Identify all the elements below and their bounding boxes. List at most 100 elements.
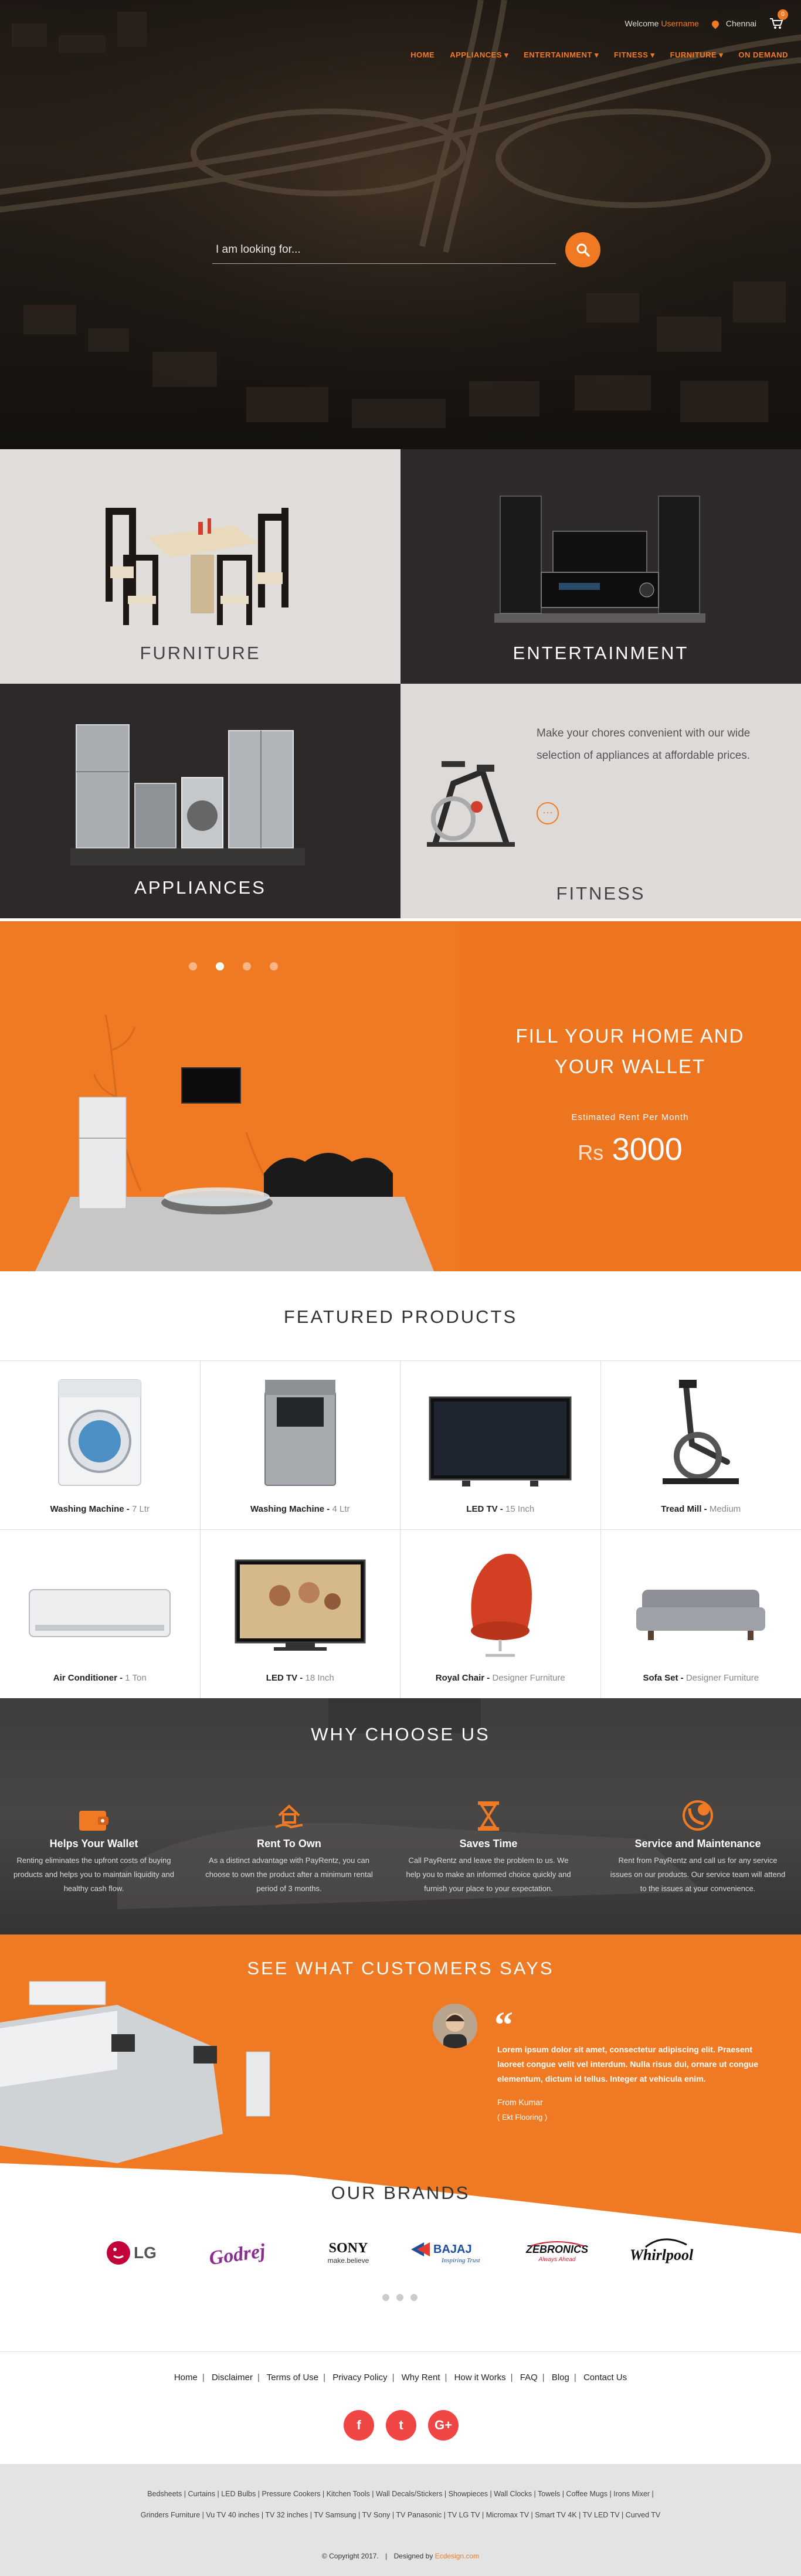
brand-zebronics-tagline: Always Ahead: [538, 2256, 576, 2263]
welcome-prefix: Welcome: [624, 19, 659, 28]
cart-button[interactable]: 0: [769, 9, 788, 29]
brand-whirlpool-logo[interactable]: Whirlpool: [609, 2234, 714, 2272]
brand-godrej-text: Godrej: [208, 2240, 267, 2269]
designer-link[interactable]: Ecdesign.com: [435, 2552, 479, 2560]
location-label: Chennai: [725, 19, 756, 28]
product-card[interactable]: Washing Machine - 4 Ltr: [200, 1361, 400, 1530]
feature-rent-to-own: Rent To Own As a distinct advantage with…: [201, 1798, 377, 1896]
product-caption: Air Conditioner - 1 Ton: [53, 1673, 147, 1683]
brands-dot-2[interactable]: [396, 2294, 403, 2301]
brand-bajaj-logo[interactable]: BAJAJ Inspiring Trust: [400, 2234, 505, 2272]
footer-link-home[interactable]: Home: [174, 2373, 198, 2382]
slider-dot-2[interactable]: [216, 962, 224, 970]
location-selector[interactable]: Chennai: [710, 19, 756, 29]
username-link[interactable]: Username: [661, 19, 699, 28]
product-card[interactable]: LED TV - 15 Inch: [400, 1361, 601, 1530]
product-card[interactable]: Royal Chair - Designer Furniture: [400, 1530, 601, 1699]
nav-fitness[interactable]: FITNESS ▾: [614, 50, 655, 60]
brand-whirlpool-text: Whirlpool: [630, 2246, 694, 2263]
facebook-icon[interactable]: f: [344, 2410, 374, 2441]
product-caption: Sofa Set - Designer Furniture: [643, 1673, 759, 1683]
category-entertainment[interactable]: ENTERTAINMENT: [400, 449, 801, 684]
product-name: Royal Chair: [435, 1673, 485, 1683]
social-links: f t G+: [344, 2410, 459, 2441]
feature-title: Rent To Own: [257, 1838, 321, 1849]
copyright-text: © Copyright 2017.: [321, 2552, 379, 2560]
nav-entertainment[interactable]: ENTERTAINMENT ▾: [524, 50, 599, 60]
footer-link-how-it-works[interactable]: How it Works: [454, 2373, 506, 2382]
slider-dot-1[interactable]: [189, 962, 197, 970]
wallet-icon: [79, 1811, 108, 1831]
testimonial-quote: Lorem ipsum dolor sit amet, consectetur …: [497, 2045, 758, 2083]
slider-dot-3[interactable]: [243, 962, 251, 970]
fitness-description: Make your chores convenient with our wid…: [537, 727, 751, 762]
front-load-washer-icon: [58, 1379, 142, 1486]
why-choose-us: WHY CHOOSE US Helps Your Wallet Renting …: [0, 1698, 801, 1934]
brands-dot-1[interactable]: [382, 2294, 389, 2301]
welcome-text: Welcome Username: [624, 19, 699, 28]
footer-link-contact[interactable]: Contact Us: [583, 2373, 627, 2382]
page: Welcome Username Chennai 0 HOME APPLIANC…: [0, 0, 801, 2576]
feature-text: As a distinct advantage with PayRentz, y…: [205, 1856, 373, 1893]
nav-furniture[interactable]: FURNITURE ▾: [670, 50, 724, 60]
product-caption: Royal Chair - Designer Furniture: [435, 1673, 565, 1683]
estimated-rent-label: Estimated Rent Per Month: [571, 1112, 689, 1122]
google-plus-icon[interactable]: G+: [428, 2410, 459, 2441]
brand-lg-logo[interactable]: LG: [87, 2234, 192, 2272]
category-fitness[interactable]: Make your chores convenient with our wid…: [400, 684, 801, 918]
top-load-washer-icon: [264, 1380, 336, 1486]
product-name: Washing Machine: [50, 1504, 124, 1514]
living-room-image: [35, 1014, 434, 1271]
nav-on-demand[interactable]: ON DEMAND: [738, 50, 788, 60]
search-input[interactable]: [216, 239, 544, 260]
testimonials-title: SEE WHAT CUSTOMERS SAYS: [247, 1958, 554, 1978]
footer-link-terms[interactable]: Terms of Use: [267, 2373, 318, 2382]
led-tv-family-icon: [235, 1559, 366, 1651]
brand-sony-logo[interactable]: SONY make.believe: [296, 2234, 400, 2272]
category-furniture[interactable]: FURNITURE: [0, 449, 400, 684]
twitter-icon[interactable]: t: [386, 2410, 416, 2441]
product-name: Air Conditioner: [53, 1673, 117, 1683]
air-conditioner-icon: [29, 1589, 171, 1637]
brands-dot-3[interactable]: [410, 2294, 418, 2301]
footer-link-disclaimer[interactable]: Disclaimer: [212, 2373, 253, 2382]
why-choose-us-title: WHY CHOOSE US: [311, 1724, 490, 1745]
brand-bajaj-tagline: Inspiring Trust: [441, 2257, 481, 2264]
location-pin-icon: [710, 19, 721, 29]
footer-tags-line-1[interactable]: Bedsheets | Curtains | LED Bulbs | Press…: [0, 2490, 801, 2498]
product-card[interactable]: Sofa Set - Designer Furniture: [600, 1530, 801, 1699]
featured-products-grid: Washing Machine - 7 Ltr Washing Machine …: [0, 1360, 801, 1699]
fitness-more-button[interactable]: ···: [537, 802, 559, 824]
footer-link-faq[interactable]: FAQ: [520, 2373, 538, 2382]
brand-godrej-logo[interactable]: Godrej: [192, 2234, 296, 2272]
footer-link-blog[interactable]: Blog: [552, 2373, 569, 2382]
brand-sony-text: SONY: [329, 2241, 368, 2256]
nav-appliances[interactable]: APPLIANCES ▾: [450, 50, 508, 60]
product-card[interactable]: Air Conditioner - 1 Ton: [0, 1530, 201, 1699]
nav-home[interactable]: HOME: [410, 50, 435, 60]
product-card[interactable]: Washing Machine - 7 Ltr: [0, 1361, 201, 1530]
copyright: © Copyright 2017. | Designed by Ecdesign…: [321, 2552, 480, 2560]
product-name: Tread Mill: [661, 1504, 702, 1514]
footer-tags-line-2[interactable]: Grinders Furniture | Vu TV 40 inches | T…: [0, 2511, 801, 2519]
footer-link-why-rent[interactable]: Why Rent: [402, 2373, 440, 2382]
testimonial-company: ( Ekt Flooring ): [497, 2113, 548, 2122]
product-card[interactable]: LED TV - 18 Inch: [200, 1530, 400, 1699]
promo-heading: FILL YOUR HOME AND YOUR WALLET: [459, 1021, 801, 1082]
brand-zebronics-logo[interactable]: ZEBRONICS Always Ahead: [505, 2234, 609, 2272]
feature-text: Call PayRentz and leave the problem to u…: [406, 1856, 571, 1893]
category-appliances[interactable]: APPLIANCES: [0, 684, 400, 918]
product-card[interactable]: Tread Mill - Medium: [600, 1361, 801, 1530]
slider-dot-4[interactable]: [270, 962, 278, 970]
footer-link-privacy[interactable]: Privacy Policy: [332, 2373, 387, 2382]
cart-count-badge: 0: [778, 9, 788, 20]
search-icon: [576, 243, 590, 257]
main-nav: HOME APPLIANCES ▾ ENTERTAINMENT ▾ FITNES…: [410, 50, 788, 60]
led-tv-icon: [429, 1396, 572, 1486]
appliances-image: [70, 724, 305, 866]
search-bar: [212, 232, 600, 269]
search-button[interactable]: [565, 232, 600, 267]
estimated-rent-value: Rs 3000: [459, 1131, 801, 1167]
product-detail: 15 Inch: [505, 1504, 535, 1514]
our-brands-title: OUR BRANDS: [331, 2183, 470, 2203]
